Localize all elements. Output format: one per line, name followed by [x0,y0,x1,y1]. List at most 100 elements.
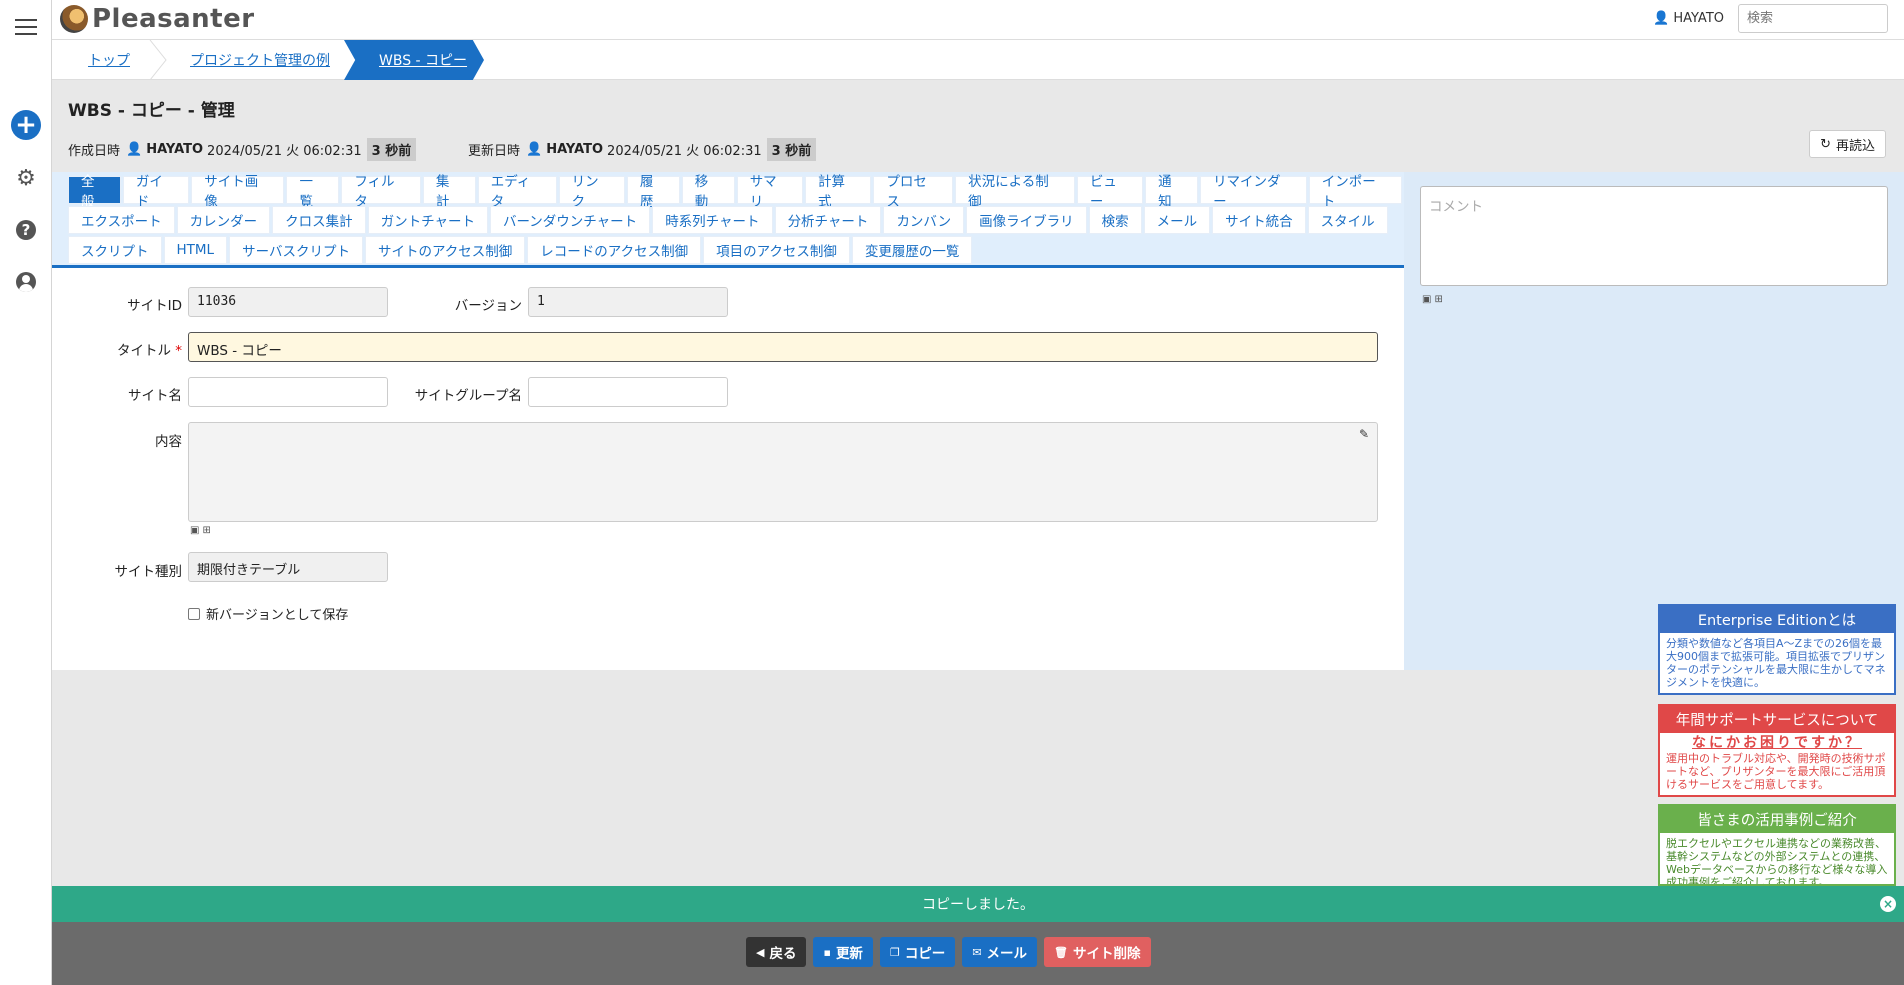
version-label: バージョン [454,298,522,314]
tab[interactable]: 履歴 [626,174,680,210]
updated-label: 更新日時 [468,144,521,159]
tab[interactable]: スクリプト [68,236,162,264]
help-icon[interactable]: ? [16,220,36,240]
comment-input[interactable]: コメント [1420,186,1888,286]
tab-row-2: エクスポート カレンダー クロス集計 ガントチャート バーンダウンチャート 時系… [68,206,1390,234]
update-button[interactable]: ▪ 更新 [813,937,873,967]
breadcrumb-top[interactable]: トップ [88,40,130,80]
site-group-label: サイトグループ名 [414,388,522,404]
header-user[interactable]: 👤 HAYATO [1653,11,1724,26]
support-ad-sub: なにかお困りですか？ [1692,735,1862,751]
tab[interactable]: ビュー [1076,174,1144,210]
support-ad[interactable]: 年間サポートサービスについて なにかお困りですか？ 運用中のトラブル対応や、開発… [1658,704,1896,797]
tab[interactable]: 移動 [681,174,735,210]
tab[interactable]: リンク [558,174,625,210]
tab[interactable]: 計算式 [805,174,872,210]
cases-ad[interactable]: 皆さまの活用事例ご紹介 脱エクセルやエクセル連携などの業務改善、基幹システムなど… [1658,804,1896,886]
created-ago: 3 秒前 [366,138,417,161]
tab-row-1: 全般 ガイド サイト画像 一覧 フィルタ 集計 エディタ リンク 履歴 移動 サ… [68,174,1404,210]
table-icon[interactable]: ⊞ [1434,294,1445,305]
tab[interactable]: ガントチャート [367,206,488,234]
image-icon[interactable]: ▣ [1422,294,1434,305]
tab[interactable]: エクスポート [68,206,175,234]
add-icon[interactable]: + [11,110,41,140]
tab[interactable]: クロス集計 [272,206,366,234]
tab-row-3: スクリプト HTML サーバスクリプト サイトのアクセス制御 レコードのアクセス… [68,236,974,264]
version-field: 1 [528,287,728,317]
image-icon[interactable]: ▣ [190,525,202,536]
comment-attachment-icons[interactable]: ▣⊞ [1422,294,1446,305]
reload-button[interactable]: ↻ 再読込 [1809,130,1886,158]
tab[interactable]: インポート [1308,174,1402,210]
user-icon[interactable] [16,272,36,292]
tab[interactable]: HTML [163,236,228,264]
tab[interactable]: バーンダウンチャート [489,206,651,234]
gear-icon[interactable]: ⚙ [12,164,40,192]
tab[interactable]: プロセス [873,174,954,210]
logo[interactable]: Pleasanter [60,4,255,34]
tab[interactable]: 項目のアクセス制御 [703,236,850,264]
toast-message: コピーしました。 × [52,886,1904,922]
tab[interactable]: 画像ライブラリ [966,206,1087,234]
tab[interactable]: スタイル [1307,206,1388,234]
reload-label: 再読込 [1835,138,1875,154]
updated-ago: 3 秒前 [766,138,817,161]
tab[interactable]: 状況による制御 [955,174,1075,210]
tab[interactable]: 一覧 [286,174,340,210]
site-name-field[interactable] [188,377,388,407]
tab[interactable]: 通知 [1145,174,1199,210]
tab[interactable]: フィルタ [341,174,421,210]
tab[interactable]: レコードのアクセス制御 [527,236,702,264]
created-info: 作成日時 👤 HAYATO 2024/05/21 火 06:02:31 3 秒前 [68,138,417,161]
updated-info: 更新日時 👤 HAYATO 2024/05/21 火 06:02:31 3 秒前 [468,138,817,161]
tab[interactable]: リマインダー [1200,174,1307,210]
tab[interactable]: 分析チャート [774,206,882,234]
tab[interactable]: サマリ [736,174,804,210]
footer-buttons: ◀ 戻る ▪ 更新 ❐ コピー ✉ メール 🗑 サイト削除 [746,937,1158,967]
tab[interactable]: ガイド [122,174,190,210]
new-version-checkbox[interactable]: 新バージョンとして保存 [188,604,348,623]
search-input[interactable] [1738,4,1888,33]
site-id-field: 11036 [188,287,388,317]
settings-tabs: 全般 ガイド サイト画像 一覧 フィルタ 集計 エディタ リンク 履歴 移動 サ… [52,172,1404,268]
mail-button[interactable]: ✉ メール [962,937,1038,967]
page-title: WBS - コピー - 管理 [68,101,235,121]
tab[interactable]: サイトのアクセス制御 [364,236,526,264]
tab[interactable]: エディタ [477,174,557,210]
tab[interactable]: サイト画像 [191,174,285,210]
person-icon: 👤 [1653,11,1670,26]
title-field[interactable]: WBS - コピー [188,332,1378,362]
breadcrumb: トップ プロジェクト管理の例 WBS - コピー [52,40,1904,80]
breadcrumb-current[interactable]: WBS - コピー [344,40,484,80]
enterprise-ad-body: 分類や数値など各項目A～Zまでの26個を最大900個まで拡張可能。項目拡張でプリ… [1660,633,1894,693]
checkbox[interactable] [188,607,200,620]
delete-site-button[interactable]: 🗑 サイト削除 [1044,937,1151,967]
tab[interactable]: カレンダー [176,206,271,234]
save-icon: ▪ [823,945,831,959]
table-icon[interactable]: ⊞ [202,525,213,536]
toast-text: コピーしました。 [922,897,1034,913]
tab[interactable]: 集計 [422,174,476,210]
tab-general[interactable]: 全般 [68,174,121,210]
tab[interactable]: 変更履歴の一覧 [851,236,973,264]
breadcrumb-project[interactable]: プロジェクト管理の例 [190,40,330,80]
tab[interactable]: サーバスクリプト [229,236,363,264]
close-icon[interactable]: × [1880,896,1896,912]
content-field[interactable]: ✎ [188,422,1378,522]
enterprise-ad[interactable]: Enterprise Editionとは 分類や数値など各項目A～Zまでの26個… [1658,604,1896,695]
tab[interactable]: カンバン [883,206,965,234]
back-button[interactable]: ◀ 戻る [746,937,807,967]
menu-icon[interactable] [15,19,37,35]
tab[interactable]: サイト統合 [1212,206,1306,234]
site-group-field[interactable] [528,377,728,407]
logo-text: Pleasanter [92,4,255,34]
tab[interactable]: 時系列チャート [652,206,773,234]
pencil-icon[interactable]: ✎ [1359,427,1369,441]
updated-at: 2024/05/21 火 06:02:31 [607,144,762,159]
tab[interactable]: メール [1143,206,1211,234]
new-version-label: 新バージョンとして保存 [206,608,349,623]
attachment-icons[interactable]: ▣⊞ [190,525,214,536]
tab[interactable]: 検索 [1088,206,1142,234]
copy-button[interactable]: ❐ コピー [879,937,956,967]
mail-icon: ✉ [972,945,982,959]
